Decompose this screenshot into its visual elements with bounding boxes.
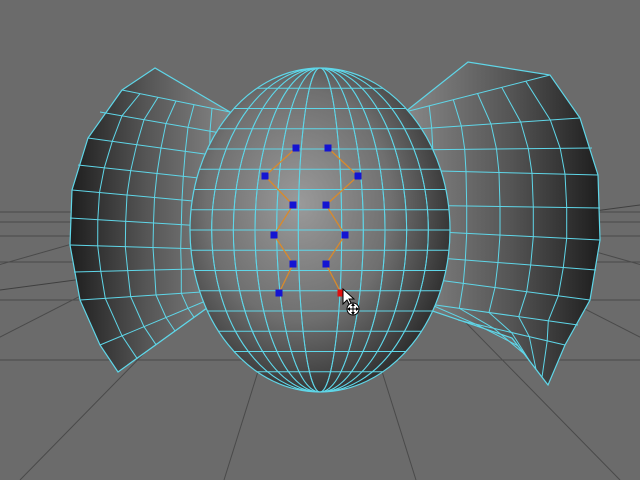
control-vertex[interactable] <box>289 260 297 268</box>
control-vertex[interactable] <box>292 144 300 152</box>
control-vertex[interactable] <box>322 260 330 268</box>
control-vertex[interactable] <box>275 289 283 297</box>
control-vertex[interactable] <box>324 144 332 152</box>
control-vertex[interactable] <box>354 172 362 180</box>
control-vertex[interactable] <box>289 201 297 209</box>
control-vertex[interactable] <box>270 231 278 239</box>
viewport-scene[interactable] <box>0 0 640 480</box>
control-vertex[interactable] <box>322 201 330 209</box>
3d-viewport[interactable] <box>0 0 640 480</box>
center-sphere-mesh[interactable] <box>189 67 451 393</box>
control-vertex[interactable] <box>261 172 269 180</box>
control-vertex[interactable] <box>341 231 349 239</box>
